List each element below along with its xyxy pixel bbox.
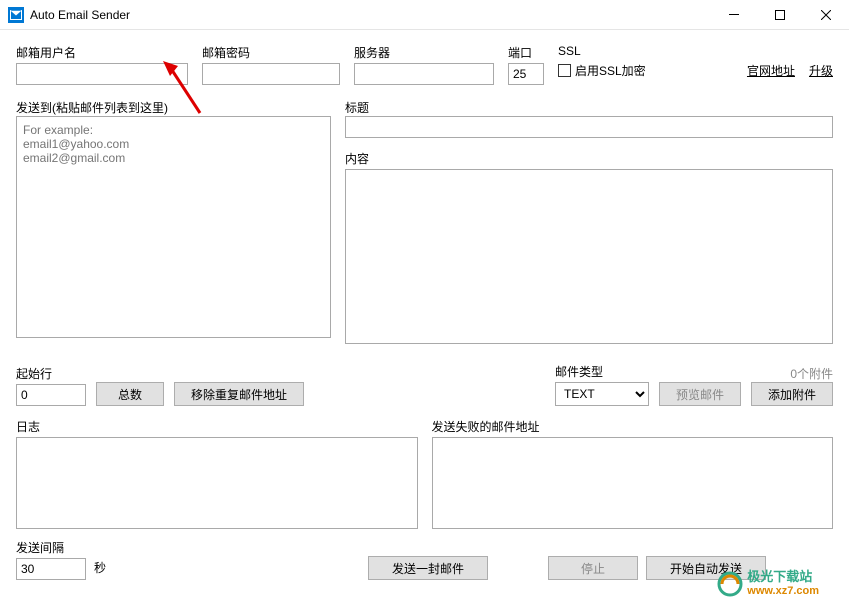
subject-label: 标题 (345, 101, 369, 115)
port-field-group: 端口 (508, 44, 544, 85)
server-input[interactable] (354, 63, 494, 85)
content-label: 内容 (345, 152, 369, 166)
username-input[interactable] (16, 63, 188, 85)
remove-duplicates-button[interactable]: 移除重复邮件地址 (174, 382, 304, 406)
count-button[interactable]: 总数 (96, 382, 164, 406)
startline-input[interactable] (16, 384, 86, 406)
ssl-field-group: SSL 启用SSL加密 (558, 44, 646, 79)
mailtype-label: 邮件类型 (555, 363, 649, 380)
sendto-label: 发送到(粘贴邮件列表到这里) (16, 101, 168, 115)
mailtype-field-group: 邮件类型 TEXT (555, 363, 649, 406)
password-input[interactable] (202, 63, 340, 85)
startline-label: 起始行 (16, 365, 86, 382)
start-auto-send-button[interactable]: 开始自动发送 (646, 556, 766, 580)
send-one-button[interactable]: 发送一封邮件 (368, 556, 488, 580)
interval-input[interactable] (16, 558, 86, 580)
official-link[interactable]: 官网地址 (747, 62, 795, 79)
log-label: 日志 (16, 418, 418, 435)
log-textarea[interactable] (16, 437, 418, 529)
maximize-button[interactable] (757, 0, 803, 30)
failed-field-group: 发送失败的邮件地址 (432, 418, 834, 529)
upgrade-link[interactable]: 升级 (809, 62, 833, 79)
password-label: 邮箱密码 (202, 44, 340, 61)
startline-field-group: 起始行 (16, 365, 86, 406)
ssl-checkbox[interactable] (558, 64, 571, 77)
attachment-group: 0个附件 预览邮件 添加附件 (659, 365, 833, 406)
close-button[interactable] (803, 0, 849, 30)
failed-label: 发送失败的邮件地址 (432, 418, 834, 435)
stop-button[interactable]: 停止 (548, 556, 638, 580)
window-controls (711, 0, 849, 30)
failed-textarea[interactable] (432, 437, 834, 529)
ssl-label: SSL (558, 44, 646, 58)
interval-field-group: 发送间隔 (16, 539, 86, 580)
add-attachment-button[interactable]: 添加附件 (751, 382, 833, 406)
preview-button[interactable]: 预览邮件 (659, 382, 741, 406)
header-links: 官网地址 升级 (747, 62, 833, 79)
password-field-group: 邮箱密码 (202, 44, 340, 85)
subject-input[interactable] (345, 116, 833, 138)
server-label: 服务器 (354, 44, 494, 61)
interval-unit-label: 秒 (94, 559, 106, 580)
interval-label: 发送间隔 (16, 539, 86, 556)
username-field-group: 邮箱用户名 (16, 44, 188, 85)
minimize-button[interactable] (711, 0, 757, 30)
server-field-group: 服务器 (354, 44, 494, 85)
app-icon (8, 7, 24, 23)
titlebar: Auto Email Sender (0, 0, 849, 30)
username-label: 邮箱用户名 (16, 44, 188, 61)
attachment-count-label: 0个附件 (790, 365, 833, 382)
port-input[interactable] (508, 63, 544, 85)
ssl-checkbox-label: 启用SSL加密 (575, 62, 646, 79)
sendto-textarea[interactable] (16, 116, 331, 338)
port-label: 端口 (508, 44, 544, 61)
mailtype-select[interactable]: TEXT (555, 382, 649, 406)
content-textarea[interactable] (345, 169, 833, 344)
log-field-group: 日志 (16, 418, 418, 529)
window-title: Auto Email Sender (30, 8, 130, 22)
